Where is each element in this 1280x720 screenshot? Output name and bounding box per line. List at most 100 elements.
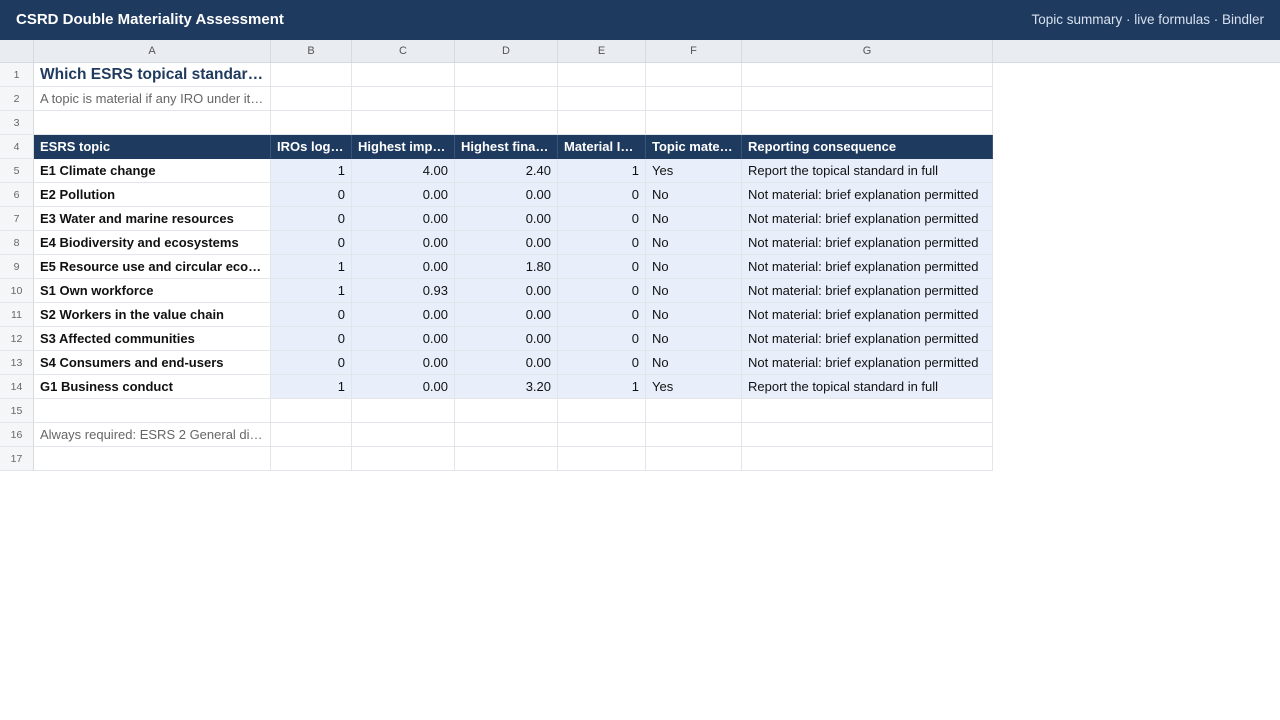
column-header-e[interactable]: E xyxy=(558,40,646,63)
column-header-d[interactable]: D xyxy=(455,40,558,63)
header-esrs-topic[interactable]: ESRS topic xyxy=(34,135,271,159)
cell[interactable] xyxy=(455,63,558,87)
cell[interactable] xyxy=(646,399,742,423)
cell[interactable] xyxy=(352,447,455,471)
cell[interactable] xyxy=(742,447,993,471)
iros-logged-cell[interactable]: 0 xyxy=(271,231,352,255)
cell[interactable] xyxy=(271,87,352,111)
financial-score-cell[interactable]: 0.00 xyxy=(455,207,558,231)
topic-material-cell[interactable]: No xyxy=(646,231,742,255)
cell[interactable] xyxy=(352,399,455,423)
cell[interactable] xyxy=(455,111,558,135)
cell[interactable] xyxy=(34,447,271,471)
material-iros-cell[interactable]: 0 xyxy=(558,351,646,375)
reporting-consequence-cell[interactable]: Not material: brief explanation permitte… xyxy=(742,231,993,255)
material-iros-cell[interactable]: 0 xyxy=(558,279,646,303)
cell[interactable] xyxy=(271,423,352,447)
column-header-f[interactable]: F xyxy=(646,40,742,63)
row-number[interactable]: 14 xyxy=(0,375,34,399)
material-iros-cell[interactable]: 0 xyxy=(558,327,646,351)
topic-material-cell[interactable]: No xyxy=(646,255,742,279)
cell[interactable] xyxy=(455,423,558,447)
cell[interactable] xyxy=(646,87,742,111)
financial-score-cell[interactable]: 2.40 xyxy=(455,159,558,183)
reporting-consequence-cell[interactable]: Report the topical standard in full xyxy=(742,159,993,183)
row-number[interactable]: 4 xyxy=(0,135,34,159)
topic-cell[interactable]: E1 Climate change xyxy=(34,159,271,183)
cell[interactable] xyxy=(34,399,271,423)
cell[interactable] xyxy=(646,447,742,471)
cell[interactable] xyxy=(742,63,993,87)
topic-cell[interactable]: S3 Affected communities xyxy=(34,327,271,351)
sheet-subtitle-cell[interactable]: A topic is material if any IRO under it … xyxy=(34,87,271,111)
topic-cell[interactable]: S2 Workers in the value chain xyxy=(34,303,271,327)
column-header-c[interactable]: C xyxy=(352,40,455,63)
reporting-consequence-cell[interactable]: Not material: brief explanation permitte… xyxy=(742,327,993,351)
cell[interactable] xyxy=(271,111,352,135)
cell[interactable] xyxy=(352,87,455,111)
row-number[interactable]: 9 xyxy=(0,255,34,279)
reporting-consequence-cell[interactable]: Not material: brief explanation permitte… xyxy=(742,303,993,327)
cell[interactable] xyxy=(455,447,558,471)
material-iros-cell[interactable]: 1 xyxy=(558,159,646,183)
reporting-consequence-cell[interactable]: Not material: brief explanation permitte… xyxy=(742,255,993,279)
iros-logged-cell[interactable]: 0 xyxy=(271,303,352,327)
material-iros-cell[interactable]: 0 xyxy=(558,303,646,327)
impact-score-cell[interactable]: 0.00 xyxy=(352,255,455,279)
cell[interactable] xyxy=(646,423,742,447)
financial-score-cell[interactable]: 1.80 xyxy=(455,255,558,279)
topic-cell[interactable]: E4 Biodiversity and ecosystems xyxy=(34,231,271,255)
iros-logged-cell[interactable]: 1 xyxy=(271,375,352,399)
cell[interactable] xyxy=(558,399,646,423)
cell[interactable] xyxy=(352,63,455,87)
topic-material-cell[interactable]: No xyxy=(646,327,742,351)
cell[interactable] xyxy=(742,399,993,423)
iros-logged-cell[interactable]: 0 xyxy=(271,183,352,207)
row-number[interactable]: 3 xyxy=(0,111,34,135)
financial-score-cell[interactable]: 0.00 xyxy=(455,351,558,375)
cell[interactable] xyxy=(558,423,646,447)
financial-score-cell[interactable]: 0.00 xyxy=(455,303,558,327)
topic-material-cell[interactable]: Yes xyxy=(646,159,742,183)
topic-cell[interactable]: E5 Resource use and circular economy xyxy=(34,255,271,279)
row-number[interactable]: 6 xyxy=(0,183,34,207)
row-number[interactable]: 1 xyxy=(0,63,34,87)
topic-material-cell[interactable]: No xyxy=(646,183,742,207)
cell[interactable] xyxy=(455,87,558,111)
header-highest-impact[interactable]: Highest impact score xyxy=(352,135,455,159)
cell[interactable] xyxy=(742,111,993,135)
financial-score-cell[interactable]: 0.00 xyxy=(455,279,558,303)
impact-score-cell[interactable]: 0.00 xyxy=(352,375,455,399)
cell[interactable] xyxy=(271,399,352,423)
row-number[interactable]: 10 xyxy=(0,279,34,303)
header-iros-logged[interactable]: IROs logged xyxy=(271,135,352,159)
impact-score-cell[interactable]: 0.00 xyxy=(352,303,455,327)
topic-cell[interactable]: S4 Consumers and end-users xyxy=(34,351,271,375)
sheet-title-cell[interactable]: Which ESRS topical standards must be rep… xyxy=(34,63,271,87)
note-cell[interactable]: Always required: ESRS 2 General disclosu… xyxy=(34,423,271,447)
cell[interactable] xyxy=(455,399,558,423)
cell[interactable] xyxy=(742,87,993,111)
header-reporting-consequence[interactable]: Reporting consequence xyxy=(742,135,993,159)
material-iros-cell[interactable]: 0 xyxy=(558,207,646,231)
topic-cell[interactable]: G1 Business conduct xyxy=(34,375,271,399)
financial-score-cell[interactable]: 0.00 xyxy=(455,231,558,255)
header-highest-financial[interactable]: Highest financial score xyxy=(455,135,558,159)
impact-score-cell[interactable]: 0.00 xyxy=(352,183,455,207)
reporting-consequence-cell[interactable]: Not material: brief explanation permitte… xyxy=(742,279,993,303)
impact-score-cell[interactable]: 0.00 xyxy=(352,351,455,375)
cell[interactable] xyxy=(558,447,646,471)
cell[interactable] xyxy=(558,111,646,135)
reporting-consequence-cell[interactable]: Report the topical standard in full xyxy=(742,375,993,399)
impact-score-cell[interactable]: 0.93 xyxy=(352,279,455,303)
topic-cell[interactable]: E3 Water and marine resources xyxy=(34,207,271,231)
column-header-a[interactable]: A xyxy=(34,40,271,63)
topic-material-cell[interactable]: No xyxy=(646,279,742,303)
topic-material-cell[interactable]: No xyxy=(646,351,742,375)
cell[interactable] xyxy=(646,111,742,135)
iros-logged-cell[interactable]: 0 xyxy=(271,327,352,351)
topic-material-cell[interactable]: No xyxy=(646,207,742,231)
material-iros-cell[interactable]: 0 xyxy=(558,255,646,279)
cell[interactable] xyxy=(558,87,646,111)
row-number[interactable]: 15 xyxy=(0,399,34,423)
